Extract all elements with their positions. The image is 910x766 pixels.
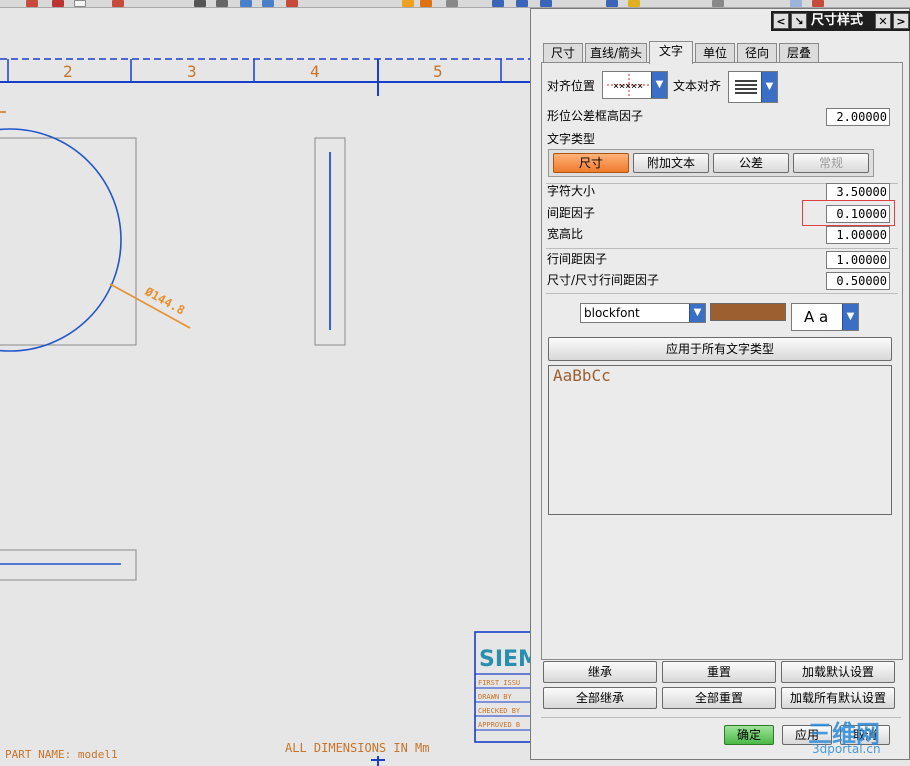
next-arrow-icon[interactable]: > [893, 13, 909, 29]
snap2-icon[interactable] [516, 0, 528, 7]
dimension-style-dialog: < ↘ 尺寸样式 ✕ > 尺寸 直线/箭头 文字 单位 径向 层叠 对齐位置 ×… [530, 8, 910, 760]
dim-line-spacing-field[interactable]: 0.50000 [826, 272, 890, 290]
align-position-label: 对齐位置 [547, 79, 596, 93]
drawing-svg: 2 3 4 5 Ø144.8 SIEM FIRST ISSU DRAWN BY … [0, 58, 532, 766]
chevron-down-icon[interactable]: ▼ [842, 304, 858, 330]
spacing-factor-label: 间距因子 [547, 206, 596, 220]
char-size-field[interactable]: 3.50000 [826, 183, 890, 201]
part-name-note: PART NAME: model1 [5, 748, 118, 761]
zone-number: 3 [187, 62, 197, 81]
view-border [0, 137, 137, 346]
tab-units[interactable]: 单位 [695, 43, 735, 63]
close-icon[interactable]: ✕ [875, 13, 891, 29]
char-size-label: 字符大小 [547, 184, 596, 198]
dialog-title-bar[interactable]: < ↘ 尺寸样式 ✕ > [771, 11, 910, 31]
tab-text[interactable]: 文字 [649, 41, 693, 64]
title-block-row: CHECKED BY [478, 707, 521, 715]
inherit-button[interactable]: 继承 [543, 661, 657, 683]
collapse-icon[interactable]: ↘ [791, 13, 807, 29]
title-block-row: FIRST ISSU [478, 679, 520, 687]
font-dropdown[interactable]: blockfont ▼ [580, 303, 706, 323]
text-align-dropdown[interactable]: ▼ [728, 71, 778, 103]
zone-number: 4 [310, 62, 320, 81]
apply-all-text-types-button[interactable]: 应用于所有文字类型 [548, 337, 892, 361]
page-icon[interactable] [74, 0, 86, 7]
text-type-label: 文字类型 [547, 132, 596, 146]
prev-arrow-icon[interactable]: < [773, 13, 789, 29]
font-style-label: A a [804, 308, 829, 326]
text-color-swatch[interactable] [710, 303, 786, 321]
tab-radial[interactable]: 径向 [737, 43, 777, 63]
tab-line-arrow[interactable]: 直线/箭头 [585, 43, 647, 63]
section-divider [546, 293, 898, 294]
grid-icon[interactable] [540, 0, 552, 7]
chevron-down-icon[interactable]: ▼ [761, 72, 777, 102]
window-icon[interactable] [790, 0, 802, 7]
title-block-brand: SIEM [479, 647, 532, 672]
drawing-canvas[interactable]: 2 3 4 5 Ø144.8 SIEM FIRST ISSU DRAWN BY … [0, 8, 532, 766]
zone-number: 5 [433, 62, 443, 81]
text-type-tolerance-button[interactable]: 公差 [713, 153, 789, 173]
inherit-all-button[interactable]: 全部继承 [543, 687, 657, 709]
shape-icon[interactable] [286, 0, 298, 7]
text-type-general-button[interactable]: 常规 [793, 153, 869, 173]
align-position-dropdown[interactable]: ××××× ▼ [602, 71, 668, 99]
snap-icon[interactable] [492, 0, 504, 7]
line-spacing-label: 行间距因子 [547, 252, 608, 266]
layer-icon[interactable] [240, 0, 252, 7]
star-icon[interactable] [402, 0, 414, 7]
text-preview: AaBbCc [548, 365, 892, 515]
chevron-down-icon[interactable]: ▼ [651, 72, 667, 98]
pointer-icon[interactable] [112, 0, 124, 7]
load-default-button[interactable]: 加载默认设置 [781, 661, 895, 683]
view-icon[interactable] [446, 0, 458, 7]
text-type-dimension-button[interactable]: 尺寸 [553, 153, 629, 173]
align-position-icon: ××××× [607, 74, 651, 96]
reset-all-button[interactable]: 全部重置 [662, 687, 776, 709]
gdt-frame-height-field[interactable]: 2.00000 [826, 108, 890, 126]
dialog-title: 尺寸样式 [811, 13, 864, 28]
title-block-row: APPROVED B [478, 721, 520, 729]
font-style-dropdown[interactable]: A a ▼ [791, 303, 859, 331]
circle-geometry[interactable] [0, 128, 122, 352]
layer2-icon[interactable] [262, 0, 274, 7]
aspect-ratio-field[interactable]: 1.00000 [826, 226, 890, 244]
reset-button[interactable]: 重置 [662, 661, 776, 683]
title-block-row: DRAWN BY [478, 693, 513, 701]
chevron-down-icon[interactable]: ▼ [689, 304, 705, 322]
text-type-group: 尺寸 附加文本 公差 常规 [548, 149, 874, 177]
text-icon[interactable] [606, 0, 618, 7]
preview-sample-text: AaBbCc [553, 366, 611, 385]
tab-dimension[interactable]: 尺寸 [543, 43, 583, 63]
dim-line-spacing-label: 尺寸/尺寸行间距因子 [547, 273, 660, 287]
bottom-view-border [0, 549, 137, 581]
main-toolbar [0, 0, 910, 8]
select-icon[interactable] [194, 0, 206, 7]
watermark-url: 3dportal.cn [812, 742, 881, 756]
dimension-units-note: ALL DIMENSIONS IN Mm [285, 741, 430, 755]
help-icon[interactable] [812, 0, 824, 7]
load-all-default-button[interactable]: 加载所有默认设置 [781, 687, 895, 709]
text-tab-panel: 对齐位置 ××××× ▼ 文本对齐 ▼ 形位公差框高因子 2.00000 文字类… [541, 62, 903, 660]
ok-button[interactable]: 确定 [724, 725, 774, 745]
justify-left-icon [735, 80, 757, 94]
zoom-icon[interactable] [52, 0, 64, 7]
text-align-label: 文本对齐 [673, 79, 722, 93]
aspect-ratio-label: 宽高比 [547, 227, 584, 241]
spacing-factor-field[interactable]: 0.10000 [826, 205, 890, 223]
save-icon[interactable] [26, 0, 38, 7]
gdt-frame-height-label: 形位公差框高因子 [547, 109, 644, 123]
tab-stacking[interactable]: 层叠 [779, 43, 819, 63]
star2-icon[interactable] [420, 0, 432, 7]
section-divider [546, 248, 898, 249]
line-icon[interactable] [216, 0, 228, 7]
note-icon[interactable] [628, 0, 640, 7]
tool-icon[interactable] [712, 0, 724, 7]
font-value: blockfont [584, 306, 640, 320]
svg-text:×××××: ××××× [613, 81, 643, 92]
text-type-appended-button[interactable]: 附加文本 [633, 153, 709, 173]
zone-number: 2 [63, 62, 73, 81]
diameter-dimension[interactable]: Ø144.8 [142, 284, 188, 318]
line-spacing-field[interactable]: 1.00000 [826, 251, 890, 269]
